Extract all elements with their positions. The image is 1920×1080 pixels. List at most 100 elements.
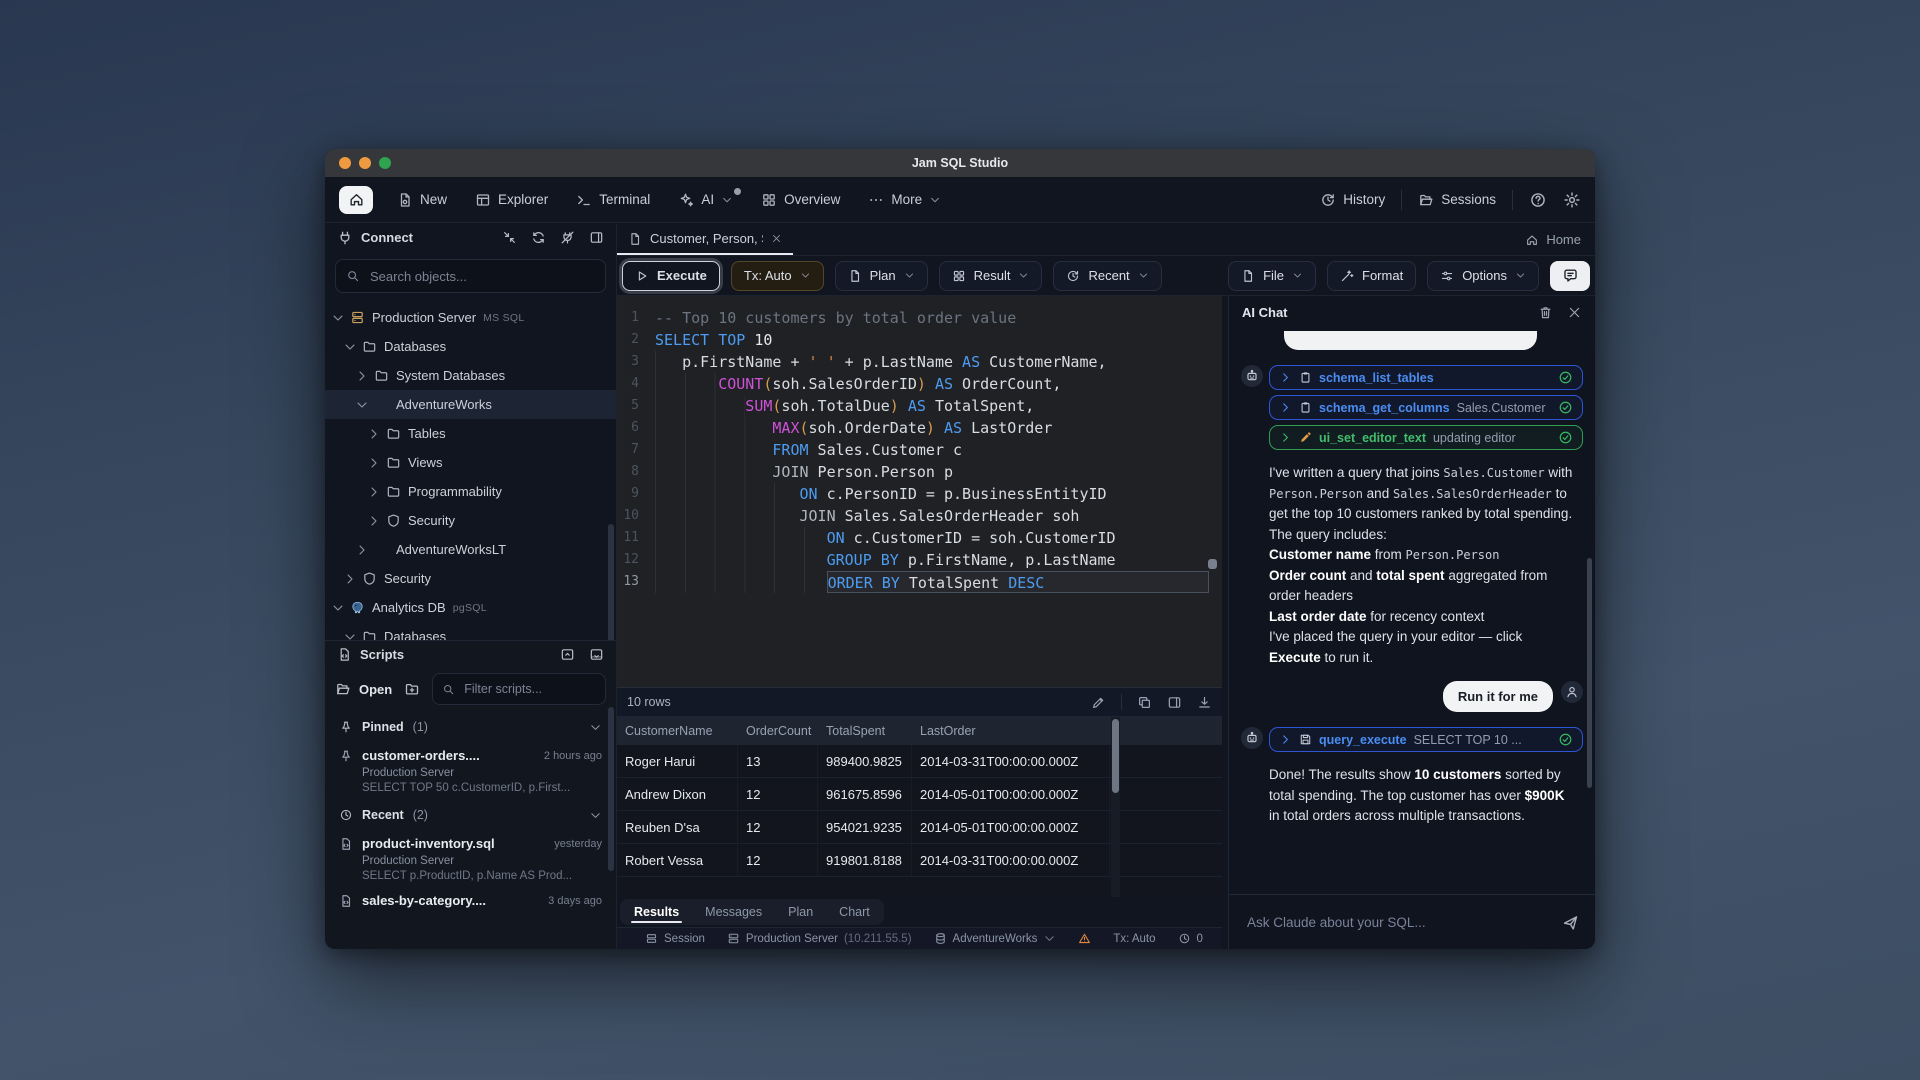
copy-icon[interactable] [1137,695,1152,710]
dock-panel-icon[interactable] [589,647,604,662]
database-status[interactable]: AdventureWorks [934,932,1057,945]
tree-item-adventureworks[interactable]: AdventureWorks [325,390,616,419]
new-button[interactable]: New [397,192,447,208]
more-menu-button[interactable]: More [868,192,941,208]
tool-call-pill-schema_list_tables[interactable]: schema_list_tables [1269,365,1583,390]
sessions-button[interactable]: Sessions [1418,192,1496,208]
recent-dropdown[interactable]: Recent [1053,261,1161,291]
ai-menu-button[interactable]: AI [678,192,733,208]
session-status[interactable]: Session [645,932,705,945]
code-line[interactable]: 6MAX(soh.OrderDate) AS LastOrder [617,417,1222,439]
code-line[interactable]: 4COUNT(soh.SalesOrderID) AS OrderCount, [617,373,1222,395]
panel-toggle-icon[interactable] [589,230,604,245]
zoom-button[interactable] [379,157,391,169]
edit-icon[interactable] [1091,695,1106,710]
code-line[interactable]: 1-- Top 10 customers by total order valu… [617,307,1222,329]
collapse-panel-icon[interactable] [560,647,575,662]
explorer-button[interactable]: Explorer [475,192,548,208]
table-row[interactable]: Andrew Dixon12961675.85962014-05-01T00:0… [617,778,1222,811]
open-script-button[interactable]: Open [335,681,392,697]
filter-scripts-input[interactable] [462,681,596,697]
table-row[interactable]: Roger Harui13989400.98252014-03-31T00:00… [617,745,1222,778]
execute-button[interactable]: Execute [622,261,720,291]
close-button[interactable] [339,157,351,169]
disconnect-icon[interactable] [560,230,575,245]
tool-call-pill-query_execute[interactable]: query_executeSELECT TOP 10 ... [1269,727,1583,752]
code-line[interactable]: 7FROM Sales.Customer c [617,439,1222,461]
scripts-scrollbar[interactable] [608,707,614,871]
warning-indicator[interactable] [1078,932,1091,945]
tree-item-databases[interactable]: Databases [325,622,616,640]
script-item[interactable]: customer-orders....2 hours agoProduction… [325,740,616,797]
column-header[interactable]: TotalSpent [818,724,912,738]
code-line[interactable]: 9ON c.PersonID = p.BusinessEntityID [617,483,1222,505]
chat-input[interactable] [1245,914,1552,931]
code-line[interactable]: 13ORDER BY TotalSpent DESC [617,571,1222,593]
tree-item-system-databases[interactable]: System Databases [325,361,616,390]
send-icon[interactable] [1562,914,1579,931]
tab-messages[interactable]: Messages [705,899,762,925]
code-line[interactable]: 10JOIN Sales.SalesOrderHeader soh [617,505,1222,527]
tree-item-tables[interactable]: Tables [325,419,616,448]
ai-chat-toggle-button[interactable] [1550,261,1590,291]
filter-scripts[interactable] [432,673,606,705]
plan-dropdown[interactable]: Plan [835,261,928,291]
new-script-button[interactable] [404,681,420,697]
table-row[interactable]: Robert Vessa12919801.81882014-03-31T00:0… [617,844,1222,877]
tree-item-views[interactable]: Views [325,448,616,477]
refresh-icon[interactable] [531,230,546,245]
tree-item-adventureworkslt[interactable]: AdventureWorksLT [325,535,616,564]
column-header[interactable]: LastOrder [912,724,1110,738]
options-dropdown[interactable]: Options [1427,261,1539,291]
tool-call-pill-schema_get_columns[interactable]: schema_get_columnsSales.Customer [1269,395,1583,420]
help-icon[interactable] [1529,191,1547,209]
table-scrollbar[interactable] [1111,717,1120,897]
tree-item-security[interactable]: Security [325,506,616,535]
column-header[interactable]: CustomerName [617,724,738,738]
code-line[interactable]: 8JOIN Person.Person p [617,461,1222,483]
server-status[interactable]: Production Server(10.211.55.5) [727,932,912,945]
file-dropdown[interactable]: File [1228,261,1316,291]
chat-messages[interactable]: schema_list_tables schema_get_columnsSale… [1229,328,1595,894]
minimize-button[interactable] [359,157,371,169]
download-icon[interactable] [1197,695,1212,710]
format-button[interactable]: Format [1327,261,1416,291]
search-input[interactable] [368,268,595,285]
tree-item-analytics-db[interactable]: Analytics DBpgSQL [325,593,616,622]
editor-scrollbar[interactable] [1208,559,1217,569]
column-header[interactable]: OrderCount [738,724,818,738]
script-item[interactable]: product-inventory.sqlyesterdayProduction… [325,828,616,885]
history-button[interactable]: History [1320,192,1385,208]
sql-editor[interactable]: 1-- Top 10 customers by total order valu… [617,296,1222,687]
code-line[interactable]: 12GROUP BY p.FirstName, p.LastName [617,549,1222,571]
tree-item-databases[interactable]: Databases [325,332,616,361]
code-line[interactable]: 5SUM(soh.TotalDue) AS TotalSpent, [617,395,1222,417]
tab-results[interactable]: Results [634,899,679,925]
editor-tab[interactable]: Customer, Person, Sale [617,224,793,255]
close-tab-icon[interactable] [771,233,782,244]
close-icon[interactable] [1567,305,1582,320]
table-row[interactable]: Reuben D'sa12954021.92352014-05-01T00:00… [617,811,1222,844]
collapse-all-icon[interactable] [502,230,517,245]
home-nav-button[interactable] [339,186,373,214]
panel-right-icon[interactable] [1167,695,1182,710]
terminal-button[interactable]: Terminal [576,192,650,208]
scripts-group-recent[interactable]: Recent(2) [325,802,616,828]
code-line[interactable]: 11ON c.CustomerID = soh.CustomerID [617,527,1222,549]
tree-item-security[interactable]: Security [325,564,616,593]
tx-mode-dropdown[interactable]: Tx: Auto [731,261,824,291]
overview-button[interactable]: Overview [761,192,840,208]
tab-chart[interactable]: Chart [839,899,870,925]
object-search[interactable] [335,259,606,293]
tree-item-production-server[interactable]: Production ServerMS SQL [325,303,616,332]
code-line[interactable]: 3p.FirstName + ' ' + p.LastName AS Custo… [617,351,1222,373]
script-item[interactable]: sales-by-category....3 days ago [325,885,616,911]
chat-scrollbar[interactable] [1587,558,1592,788]
home-breadcrumb[interactable]: Home [1525,232,1595,247]
code-line[interactable]: 2SELECT TOP 10 [617,329,1222,351]
tree-item-programmability[interactable]: Programmability [325,477,616,506]
trash-icon[interactable] [1538,305,1553,320]
tool-call-pill-ui_set_editor_text[interactable]: ui_set_editor_textupdating editor [1269,425,1583,450]
settings-gear-icon[interactable] [1563,191,1581,209]
tab-plan[interactable]: Plan [788,899,813,925]
